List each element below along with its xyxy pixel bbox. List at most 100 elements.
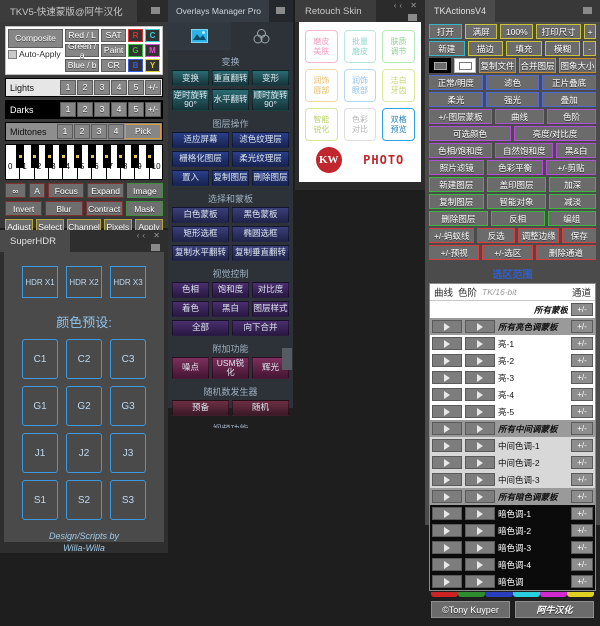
plus-minus-button[interactable]: +/- xyxy=(571,490,593,503)
overlay-button-复制水平翻转[interactable]: 复制水平翻转 xyxy=(172,244,229,261)
overlay-button-随机[interactable]: 随机 xyxy=(232,399,289,416)
tkaction-button-100%[interactable]: 100% xyxy=(500,24,534,39)
overlay-button-全部[interactable]: 全部 xyxy=(172,319,229,336)
play-icon[interactable] xyxy=(432,354,462,367)
header-channel[interactable]: 通道 xyxy=(572,285,591,299)
auto-apply-toggle[interactable]: Auto-Apply xyxy=(8,50,63,59)
tkaction-button-+/-图层蒙板[interactable]: +/-图层蒙板 xyxy=(429,109,493,124)
plus-minus-button[interactable]: +/- xyxy=(571,405,593,418)
retouch-button-润饰唇部[interactable]: 润饰 唇部 xyxy=(305,69,338,102)
overlay-button-复制图层[interactable]: 复制图层 xyxy=(212,169,249,186)
tkaction-button-打开[interactable]: 打开 xyxy=(429,24,462,39)
auto-apply-checkbox[interactable] xyxy=(8,50,17,59)
tkaction-button-加深[interactable]: 加深 xyxy=(549,177,596,192)
play-icon[interactable] xyxy=(465,337,495,350)
retouch-button-肤质调节[interactable]: 肤质 调节 xyxy=(382,30,416,63)
luminosity-row[interactable]: 所有蒙板 +/- xyxy=(430,301,595,318)
focus-button[interactable]: Focus xyxy=(48,183,85,198)
contract-button[interactable]: Contract xyxy=(85,201,123,216)
overlay-button-黑色蒙板[interactable]: 黑色蒙板 xyxy=(232,206,289,223)
overlay-button-置入[interactable]: 置入 xyxy=(172,169,209,186)
preset-j2[interactable]: J2 xyxy=(66,433,102,473)
preset-c1[interactable]: C1 xyxy=(22,339,58,379)
darks-3[interactable]: 3 xyxy=(94,102,110,117)
overlay-button-复制垂直翻转[interactable]: 复制垂直翻转 xyxy=(232,244,289,261)
tkaction-button-模糊[interactable]: 模糊 xyxy=(544,41,581,56)
lights-plusminus[interactable]: +/- xyxy=(145,80,161,95)
key-10[interactable]: 10 xyxy=(150,145,162,179)
lights-5[interactable]: 5 xyxy=(128,80,144,95)
tkaction-button-柔光[interactable]: 柔光 xyxy=(429,92,483,107)
tkactions-panel-menu-icon[interactable] xyxy=(583,7,592,14)
tab-superhdr[interactable]: SuperHDR xyxy=(0,230,70,252)
midtones-3[interactable]: 3 xyxy=(91,124,107,139)
hdr-x3-button[interactable]: HDR X3 xyxy=(110,266,146,298)
swatch-y[interactable]: Y xyxy=(145,59,160,72)
tkaction-button-曲线[interactable]: 曲线 xyxy=(495,109,545,124)
overlay-button-噪点[interactable]: 噪点 xyxy=(172,356,209,379)
tkaction-button-色阶[interactable]: 色阶 xyxy=(547,109,596,124)
play-icon[interactable] xyxy=(465,541,495,554)
preset-c3[interactable]: C3 xyxy=(110,339,146,379)
tkaction-button-调整边缘[interactable]: 调整边缘 xyxy=(517,228,560,243)
tkaction-button-反选[interactable]: 反选 xyxy=(477,228,515,243)
tkaction-button-智能对象[interactable]: 智能对象 xyxy=(486,194,547,209)
play-icon[interactable] xyxy=(432,541,462,554)
tab-overlays-manager[interactable]: Overlays Manager Pro xyxy=(168,0,270,22)
tkaction-button-强光[interactable]: 强光 xyxy=(485,92,540,107)
hdr-x2-button[interactable]: HDR X2 xyxy=(66,266,102,298)
luminosity-row[interactable]: 中间色调-2 +/- xyxy=(430,454,595,471)
overlay-button-删除图层[interactable]: 删除图层 xyxy=(252,169,289,186)
tab-tkv5[interactable]: TKV5-快速蒙版@阿牛汉化 xyxy=(0,0,137,22)
play-icon[interactable] xyxy=(465,405,495,418)
play-icon[interactable] xyxy=(432,371,462,384)
tkaction-button-亮度/对比度[interactable]: 亮度/对比度 xyxy=(514,126,596,141)
tkaction-button-色相/饱和度[interactable]: 色相/饱和度 xyxy=(429,143,493,158)
channel-blue-button[interactable]: Blue / b xyxy=(65,59,100,72)
play-icon[interactable] xyxy=(432,575,462,588)
tkaction-button-删除通道[interactable]: 删除通道 xyxy=(535,245,596,260)
header-curves[interactable]: 曲线 xyxy=(434,285,453,299)
composite-button[interactable]: Composite xyxy=(8,29,63,48)
lights-2[interactable]: 2 xyxy=(77,80,93,95)
retouch-button-润饰眼部[interactable]: 润饰 眼部 xyxy=(343,69,377,102)
tkaction-button-正片叠底[interactable]: 正片叠底 xyxy=(542,75,597,90)
tkaction-button-可选颜色[interactable]: 可选颜色 xyxy=(429,126,511,141)
hdr-x1-button[interactable]: HDR X1 xyxy=(22,266,58,298)
overlays-scrollbar[interactable] xyxy=(282,348,292,370)
plus-minus-button[interactable]: +/- xyxy=(571,303,593,316)
darks-4[interactable]: 4 xyxy=(111,102,127,117)
color-circles-icon[interactable] xyxy=(231,22,294,50)
play-icon[interactable] xyxy=(432,558,462,571)
overlays-panel-menu-icon[interactable] xyxy=(276,7,285,14)
tkaction-button-反相[interactable]: 反相 xyxy=(490,211,545,226)
tkaction-button-打印尺寸[interactable]: 打印尺寸 xyxy=(536,24,582,39)
tkaction-button-复制图层[interactable]: 复制图层 xyxy=(429,194,484,209)
plus-minus-button[interactable]: +/- xyxy=(571,558,593,571)
overlay-button-向下合并[interactable]: 向下合并 xyxy=(232,319,289,336)
play-icon[interactable] xyxy=(465,575,495,588)
tkaction-button-删除图层[interactable]: 删除图层 xyxy=(429,211,488,226)
plus-minus-button[interactable]: +/- xyxy=(571,422,593,435)
tkaction-button-编组[interactable]: 编组 xyxy=(547,211,596,226)
tkaction-button-复制文件[interactable]: 复制文件 xyxy=(479,58,516,73)
play-icon[interactable] xyxy=(465,371,495,384)
lights-1[interactable]: 1 xyxy=(60,80,76,95)
preset-s3[interactable]: S3 xyxy=(110,480,146,520)
play-icon[interactable] xyxy=(465,388,495,401)
overlay-button-矩形选框[interactable]: 矩形选框 xyxy=(172,225,229,242)
tkaction-button-黑&白[interactable]: 黑&白 xyxy=(556,143,596,158)
expand-button[interactable]: Expand xyxy=(87,183,124,198)
luminosity-row[interactable]: 亮-3 +/- xyxy=(430,369,595,386)
tab-retouch-skin[interactable]: Retouch Skin xyxy=(295,0,376,22)
tkaction-button-色彩平衡[interactable]: 色彩平衡 xyxy=(487,160,543,175)
plus-minus-button[interactable]: +/- xyxy=(571,320,593,333)
a-button[interactable]: A xyxy=(28,183,46,198)
overlay-button-白色蒙板[interactable]: 白色蒙板 xyxy=(172,206,229,223)
tkaction-button-合并图层[interactable]: 合并图层 xyxy=(519,58,556,73)
darks-plusminus[interactable]: +/- xyxy=(145,102,161,117)
darks-2[interactable]: 2 xyxy=(77,102,93,117)
luminosity-row[interactable]: 亮-1 +/- xyxy=(430,335,595,352)
overlay-button-滤色纹理层[interactable]: 滤色纹理层 xyxy=(232,131,289,148)
tkaction-button-+/-选区[interactable]: +/-选区 xyxy=(482,245,533,260)
